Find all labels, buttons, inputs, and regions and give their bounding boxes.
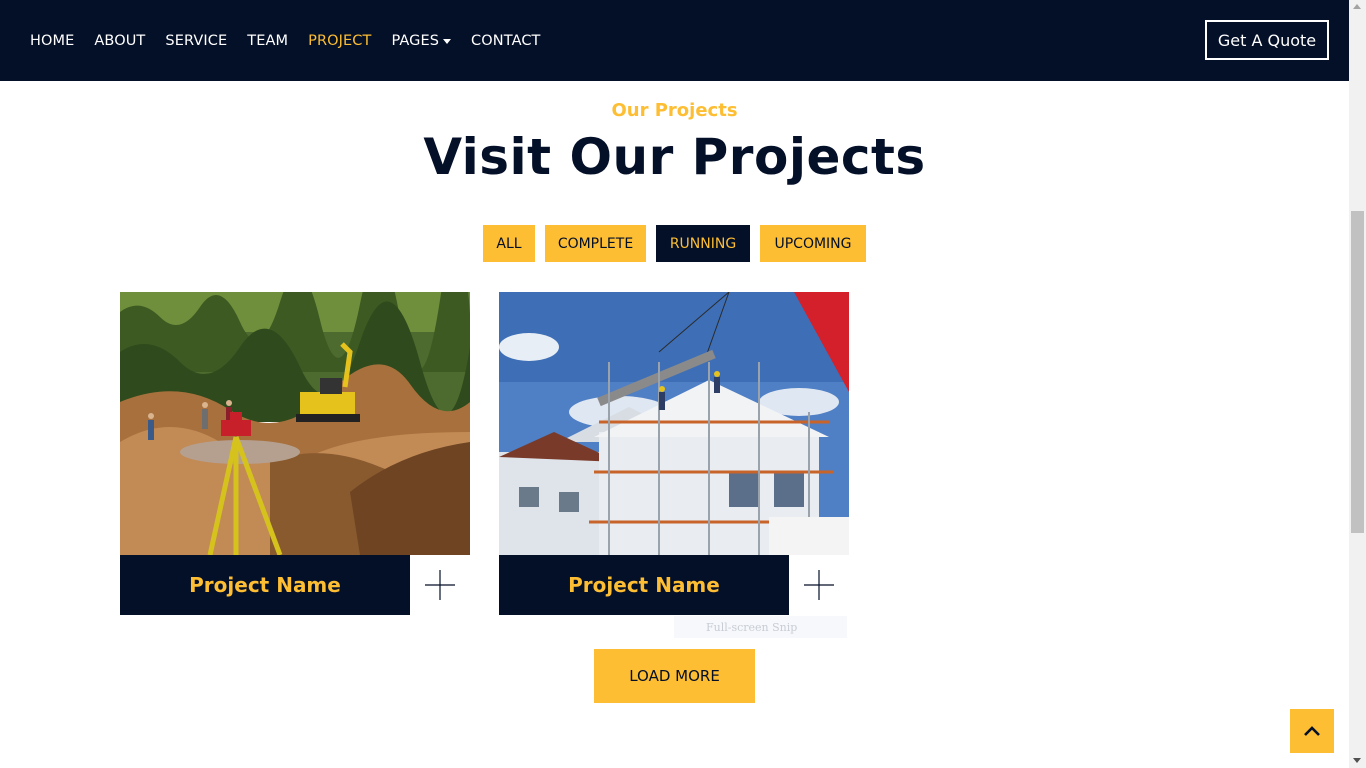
section-title: Visit Our Projects bbox=[423, 128, 926, 186]
get-a-quote-button[interactable]: Get A Quote bbox=[1205, 20, 1329, 60]
nav-link-service[interactable]: SERVICE bbox=[165, 33, 227, 49]
project-name[interactable]: Project Name bbox=[120, 555, 410, 615]
project-card: Project Name bbox=[499, 292, 849, 615]
filter-upcoming-button[interactable]: UPCOMING bbox=[760, 225, 866, 262]
full-screen-snip-tooltip: Full-screen Snip bbox=[674, 616, 847, 638]
nav-link-project[interactable]: PROJECT bbox=[308, 33, 371, 49]
back-to-top-button[interactable] bbox=[1290, 709, 1334, 753]
nav-links: HOME ABOUT SERVICE TEAM PROJECT PAGES CO… bbox=[30, 33, 561, 49]
scaffolding-house-photo bbox=[499, 292, 849, 555]
nav-link-pages-dropdown[interactable]: PAGES bbox=[391, 32, 452, 49]
scroll-up-arrow-icon[interactable] bbox=[1353, 4, 1361, 9]
construction-site-photo bbox=[120, 292, 470, 555]
section-subtitle: Our Projects bbox=[611, 100, 738, 121]
nav-link-contact[interactable]: CONTACT bbox=[471, 33, 540, 49]
project-filters: ALL COMPLETE RUNNING UPCOMING bbox=[483, 225, 876, 262]
chevron-up-icon bbox=[1304, 726, 1320, 736]
scrollbar-thumb[interactable] bbox=[1351, 211, 1364, 533]
project-name[interactable]: Project Name bbox=[499, 555, 789, 615]
nav-link-home[interactable]: HOME bbox=[30, 33, 74, 49]
nav-link-team[interactable]: TEAM bbox=[247, 33, 288, 49]
project-image-construction-site[interactable] bbox=[120, 292, 470, 555]
caret-down-icon bbox=[443, 38, 452, 44]
nav-link-pages-label: PAGES bbox=[391, 32, 440, 49]
plus-icon[interactable] bbox=[789, 555, 849, 615]
filter-complete-button[interactable]: COMPLETE bbox=[545, 225, 646, 262]
filter-all-button[interactable]: ALL bbox=[483, 225, 535, 262]
filter-running-button[interactable]: RUNNING bbox=[656, 225, 750, 262]
navbar: HOME ABOUT SERVICE TEAM PROJECT PAGES CO… bbox=[0, 0, 1349, 81]
project-image-scaffolding[interactable] bbox=[499, 292, 849, 555]
plus-icon[interactable] bbox=[410, 555, 470, 615]
page-scrollbar[interactable] bbox=[1349, 0, 1366, 768]
project-card: Project Name bbox=[120, 292, 470, 615]
scroll-down-arrow-icon[interactable] bbox=[1353, 758, 1361, 763]
nav-link-about[interactable]: ABOUT bbox=[94, 33, 145, 49]
load-more-button[interactable]: LOAD MORE bbox=[594, 649, 755, 703]
